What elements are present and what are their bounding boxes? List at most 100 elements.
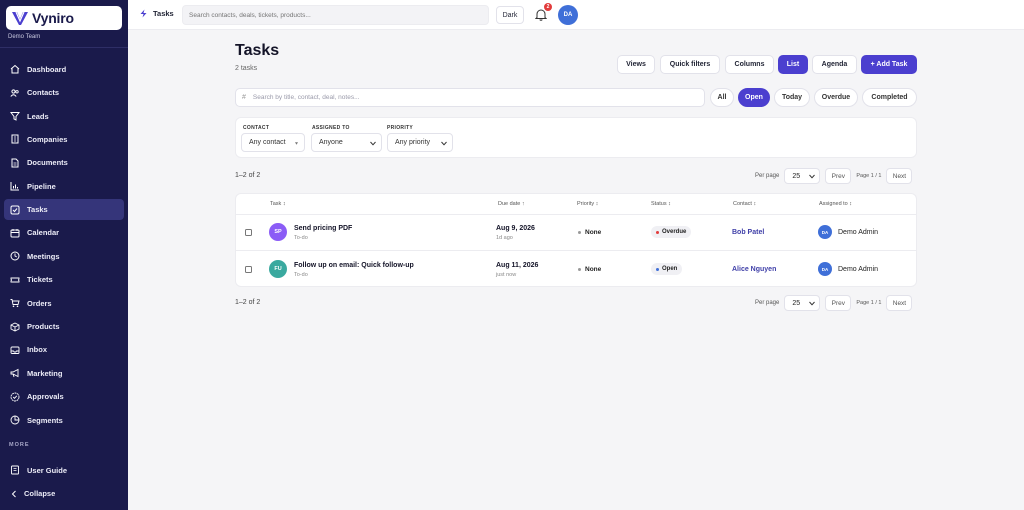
column-header-status[interactable]: Status ↕ xyxy=(651,201,671,207)
status-label: Open xyxy=(662,266,678,272)
contacts-icon xyxy=(10,89,19,97)
global-search[interactable] xyxy=(182,5,489,25)
sidebar-item-products[interactable]: Products xyxy=(4,316,124,337)
user-avatar[interactable]: DA xyxy=(558,5,578,25)
global-search-input[interactable] xyxy=(189,12,482,19)
sidebar-item-label: Tickets xyxy=(27,275,53,285)
priority-filter-value: Any priority xyxy=(395,139,431,146)
caret-down-icon xyxy=(295,142,298,145)
sidebar-item-contacts[interactable]: Contacts xyxy=(4,82,124,103)
next-page-button[interactable]: Next xyxy=(886,168,913,184)
sidebar-item-user-guide[interactable]: User Guide xyxy=(4,460,124,481)
sidebar-divider xyxy=(0,47,128,48)
sidebar-item-marketing[interactable]: Marketing xyxy=(4,363,124,384)
chart-icon xyxy=(10,182,19,191)
sidebar-item-label: Tasks xyxy=(27,205,48,215)
contact-link[interactable]: Alice Nguyen xyxy=(732,266,776,273)
priority-label: None xyxy=(585,229,602,236)
filter-completed[interactable]: Completed xyxy=(862,88,917,107)
sidebar-item-calendar[interactable]: Calendar xyxy=(4,223,124,244)
sidebar-item-pipeline[interactable]: Pipeline xyxy=(4,176,124,197)
hash-icon: # xyxy=(242,94,246,101)
status-dot xyxy=(656,230,659,234)
row-checkbox[interactable] xyxy=(245,229,252,236)
agenda-view-button[interactable]: Agenda xyxy=(812,55,857,74)
priority-filter-label: PRIORITY xyxy=(387,125,414,131)
assignee: DA Demo Admin xyxy=(818,225,878,239)
priority-dot xyxy=(578,231,581,234)
prev-page-button[interactable]: Prev xyxy=(825,168,852,184)
sidebar-item-dashboard[interactable]: Dashboard xyxy=(4,59,124,80)
assignee: DA Demo Admin xyxy=(818,262,878,276)
breadcrumb: Tasks xyxy=(139,9,174,18)
list-view-button[interactable]: List xyxy=(778,55,808,74)
sidebar-item-documents[interactable]: Documents xyxy=(4,153,124,174)
column-header-assigned-to[interactable]: Assigned to ↕ xyxy=(819,201,852,207)
contact-filter-select[interactable]: Any contact xyxy=(241,133,305,152)
sidebar-item-companies[interactable]: Companies xyxy=(4,129,124,150)
sidebar-item-tasks[interactable]: Tasks xyxy=(4,199,124,220)
column-header-priority[interactable]: Priority ↕ xyxy=(577,201,598,207)
check-square-icon xyxy=(10,205,20,215)
assignee-name: Demo Admin xyxy=(838,228,879,236)
sidebar-nav: Dashboard Contacts Leads Companies Docum… xyxy=(4,59,124,433)
assigned-filter-value: Anyone xyxy=(319,139,343,146)
filter-open[interactable]: Open xyxy=(738,88,770,107)
page-info: Page 1 / 1 xyxy=(856,300,882,306)
sidebar-item-tickets[interactable]: Tickets xyxy=(4,270,124,291)
table-row[interactable]: FU Follow up on email: Quick follow-up T… xyxy=(236,252,916,288)
filter-overdue[interactable]: Overdue xyxy=(814,88,858,107)
sidebar-item-meetings[interactable]: Meetings xyxy=(4,246,124,267)
calendar-icon xyxy=(10,228,20,238)
column-header-task[interactable]: Task ↕ xyxy=(270,201,286,207)
priority-value: None xyxy=(578,266,601,273)
sidebar-item-inbox[interactable]: Inbox xyxy=(4,340,124,361)
sidebar-item-label: Products xyxy=(27,322,60,332)
sidebar-item-segments[interactable]: Segments xyxy=(4,410,124,431)
book-icon xyxy=(11,465,19,475)
box-icon xyxy=(10,322,20,332)
add-task-button[interactable]: + Add Task xyxy=(861,55,917,74)
team-name: Demo Team xyxy=(8,34,41,40)
theme-toggle-button[interactable]: Dark xyxy=(496,6,524,24)
row-checkbox[interactable] xyxy=(245,266,252,273)
task-type: To-do xyxy=(294,235,308,241)
per-page-select[interactable]: 25 xyxy=(784,295,821,311)
chevron-down-icon xyxy=(370,141,376,146)
sidebar-item-leads[interactable]: Leads xyxy=(4,106,124,127)
assignee-avatar: DA xyxy=(818,262,832,276)
sidebar-item-label: Companies xyxy=(27,134,68,144)
assigned-filter-select[interactable]: Anyone xyxy=(311,133,382,152)
per-page-select[interactable]: 25 xyxy=(784,168,821,184)
filter-all[interactable]: All xyxy=(710,88,734,107)
table-row[interactable]: SP Send pricing PDF To-do Aug 9, 2026 1d… xyxy=(236,215,916,251)
sidebar-item-approvals[interactable]: Approvals xyxy=(4,386,124,407)
sidebar-item-orders[interactable]: Orders xyxy=(4,293,124,314)
task-search[interactable]: # xyxy=(235,88,705,107)
collapse-button[interactable]: Collapse xyxy=(10,489,55,498)
task-search-input[interactable] xyxy=(252,94,673,101)
column-header-due-date[interactable]: Due date ↑ xyxy=(498,201,525,207)
chevron-down-icon xyxy=(441,141,447,146)
home-icon xyxy=(10,65,20,74)
notification-badge: 2 xyxy=(544,3,552,11)
task-title[interactable]: Send pricing PDF xyxy=(294,225,352,232)
more-section-label: MORE xyxy=(9,442,30,448)
priority-filter-select[interactable]: Any priority xyxy=(387,133,453,152)
sidebar: Vyniro Demo Team Dashboard Contacts Lead… xyxy=(0,0,128,510)
per-page-value: 25 xyxy=(792,299,801,307)
contact-link[interactable]: Bob Patel xyxy=(732,229,764,236)
column-header-contact[interactable]: Contact ↕ xyxy=(733,201,756,207)
brand-logo[interactable]: Vyniro xyxy=(6,6,122,30)
next-page-button[interactable]: Next xyxy=(886,295,913,311)
filter-today[interactable]: Today xyxy=(774,88,810,107)
quick-filters-button[interactable]: Quick filters xyxy=(660,55,720,74)
views-button[interactable]: Views xyxy=(617,55,655,74)
prev-page-button[interactable]: Prev xyxy=(825,295,852,311)
status-dot xyxy=(656,267,659,271)
sidebar-item-label: User Guide xyxy=(27,465,68,475)
task-title[interactable]: Follow up on email: Quick follow-up xyxy=(294,262,414,269)
sidebar-item-label: Inbox xyxy=(27,345,47,355)
columns-button[interactable]: Columns xyxy=(725,55,774,74)
task-count: 2 tasks xyxy=(235,65,258,72)
